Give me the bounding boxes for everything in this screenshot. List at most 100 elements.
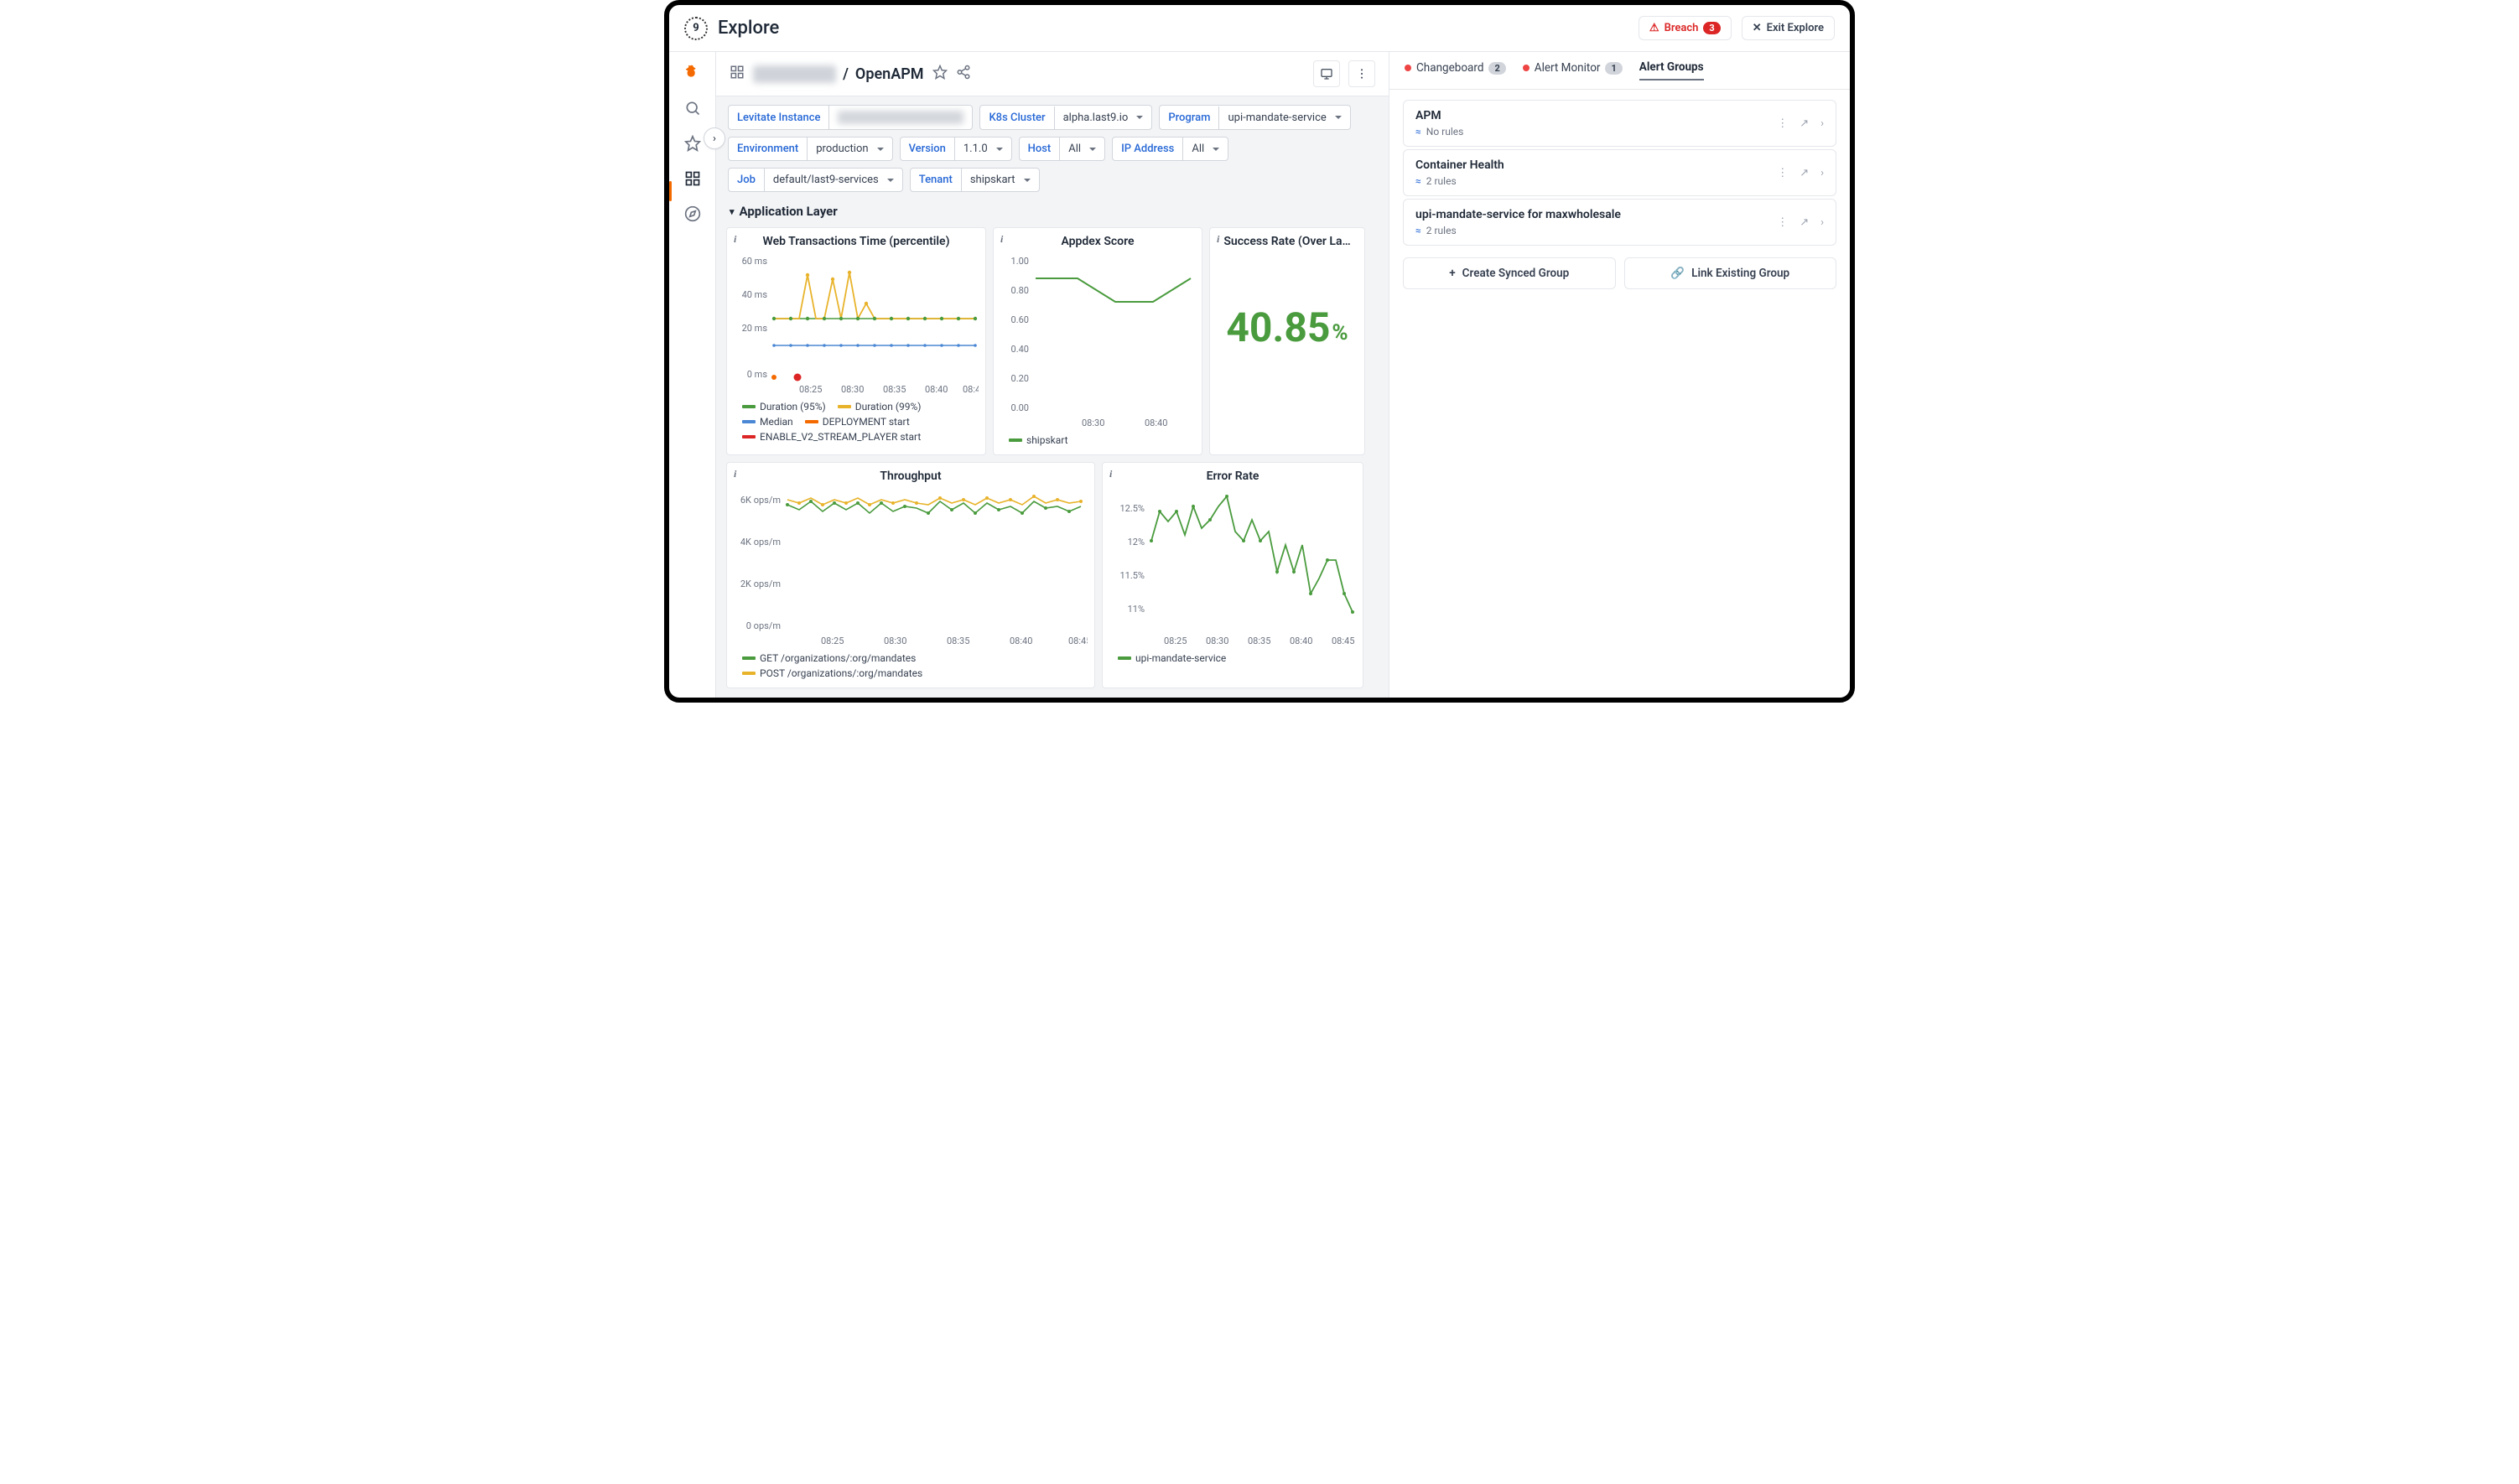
legend: Duration (95%) Duration (99%) Median DEP…	[735, 397, 977, 446]
alert-group-card[interactable]: APM ≈No rules ⋮ ↗ ›	[1403, 100, 1836, 147]
breach-label: Breach	[1665, 22, 1699, 34]
chevron-down-icon: ▾	[730, 206, 735, 217]
open-external-icon[interactable]: ↗	[1800, 216, 1809, 229]
svg-text:08:35: 08:35	[1248, 636, 1270, 646]
chart-throughput: 6K ops/m 4K ops/m 2K ops/m 0 ops/m 08:25…	[735, 486, 1088, 646]
breach-count-badge: 3	[1703, 22, 1720, 34]
search-icon[interactable]	[683, 99, 702, 117]
breadcrumb-org: xxxxxxxxxx	[753, 65, 836, 83]
svg-text:08:40: 08:40	[1010, 636, 1032, 646]
svg-text:08:35: 08:35	[883, 384, 906, 394]
tv-mode-button[interactable]	[1313, 60, 1340, 87]
chart-error-rate: 12.5% 12% 11.5% 11% 08:2508:3008:3508:40…	[1111, 486, 1356, 646]
svg-text:4K ops/m: 4K ops/m	[740, 537, 781, 547]
breach-button[interactable]: ⚠ Breach 3	[1639, 16, 1732, 40]
kebab-icon[interactable]: ⋮	[1777, 167, 1788, 179]
favorite-star-icon[interactable]	[932, 65, 948, 83]
filter-ip[interactable]: IP Address All	[1112, 137, 1228, 161]
warning-icon: ⚠	[1649, 22, 1659, 34]
svg-text:08:30: 08:30	[884, 636, 906, 646]
last9-logo: 9	[684, 17, 708, 40]
close-icon: ✕	[1753, 22, 1762, 34]
open-external-icon[interactable]: ↗	[1800, 167, 1809, 179]
svg-text:20 ms: 20 ms	[742, 323, 768, 334]
grafana-icon[interactable]	[683, 64, 702, 82]
kebab-icon[interactable]: ⋮	[1777, 117, 1788, 130]
filter-k8s[interactable]: K8s Cluster alpha.last9.io	[979, 105, 1152, 130]
right-tabs: Changeboard 2 Alert Monitor 1 Alert Grou…	[1389, 52, 1850, 90]
info-icon[interactable]: i	[1000, 233, 1003, 246]
open-external-icon[interactable]: ↗	[1800, 117, 1809, 130]
dashboards-grid-icon[interactable]	[730, 65, 745, 83]
filter-version[interactable]: Version 1.1.0	[900, 137, 1012, 161]
svg-text:08:25: 08:25	[799, 384, 822, 394]
svg-text:08:30: 08:30	[841, 384, 864, 394]
panel-throughput[interactable]: i Throughput 6K ops/m 4K ops/m 2K ops/m …	[726, 462, 1095, 688]
panel-title: Appdex Score	[1002, 235, 1193, 248]
svg-text:08:45: 08:45	[963, 384, 979, 394]
filter-host[interactable]: Host All	[1019, 137, 1105, 161]
svg-text:40 ms: 40 ms	[742, 289, 768, 300]
panel-title: Throughput	[735, 470, 1086, 483]
filter-tenant[interactable]: Tenant shipskart	[910, 168, 1040, 192]
panel-appdex[interactable]: i Appdex Score 1.00 0.80 0.60 0.40 0.20 …	[993, 227, 1202, 455]
page-title: Explore	[718, 18, 779, 39]
legend: GET /organizations/:org/mandates POST /o…	[735, 649, 1086, 682]
breadcrumb: xxxxxxxxxx / OpenAPM	[753, 65, 924, 83]
tab-changeboard[interactable]: Changeboard 2	[1405, 61, 1506, 80]
svg-text:11%: 11%	[1128, 604, 1145, 615]
legend: upi-mandate-service	[1111, 649, 1354, 667]
svg-text:0.80: 0.80	[1011, 285, 1029, 296]
status-dot-icon	[1523, 65, 1530, 71]
info-icon[interactable]: i	[1217, 233, 1219, 246]
svg-text:0.00: 0.00	[1011, 402, 1029, 413]
compass-icon[interactable]	[683, 205, 702, 223]
svg-text:08:45: 08:45	[1332, 636, 1354, 646]
panel-web-transactions-time[interactable]: i Web Transactions Time (percentile) 60 …	[726, 227, 986, 455]
tab-alert-monitor[interactable]: Alert Monitor 1	[1523, 61, 1623, 80]
svg-text:08:30: 08:30	[1082, 418, 1104, 428]
filter-program[interactable]: Program upi-mandate-service	[1159, 105, 1350, 130]
group-title: upi-mandate-service for maxwholesale	[1415, 208, 1768, 221]
tab-alert-groups[interactable]: Alert Groups	[1639, 60, 1704, 80]
kebab-icon[interactable]: ⋮	[1777, 216, 1788, 229]
filter-environment[interactable]: Environment production	[728, 137, 893, 161]
left-nav: ›	[669, 52, 716, 698]
status-dot-icon	[1405, 65, 1411, 71]
collapse-nav-button[interactable]: ›	[704, 127, 725, 149]
panel-title: Error Rate	[1111, 470, 1354, 483]
group-title: APM	[1415, 109, 1768, 122]
svg-text:6K ops/m: 6K ops/m	[740, 495, 781, 506]
star-icon[interactable]	[683, 134, 702, 153]
svg-text:08:25: 08:25	[1164, 636, 1187, 646]
filter-job[interactable]: Job default/last9-services	[728, 168, 903, 192]
exit-explore-button[interactable]: ✕ Exit Explore	[1742, 16, 1835, 40]
panel-success-rate[interactable]: i Success Rate (Over La… 40.85%	[1209, 227, 1365, 455]
rules-icon: ≈	[1415, 126, 1421, 138]
filter-levitate[interactable]: Levitate Instance	[728, 105, 973, 130]
section-application-layer[interactable]: ▾ Application Layer	[716, 200, 1389, 222]
svg-text:08:40: 08:40	[925, 384, 948, 394]
svg-text:08:45: 08:45	[1068, 636, 1088, 646]
create-synced-group-button[interactable]: + Create Synced Group	[1403, 257, 1616, 289]
panel-error-rate[interactable]: i Error Rate 12.5% 12% 11.5% 11% 08:2508…	[1102, 462, 1363, 688]
link-existing-group-button[interactable]: 🔗 Link Existing Group	[1624, 257, 1837, 289]
group-title: Container Health	[1415, 158, 1768, 172]
alert-group-card[interactable]: upi-mandate-service for maxwholesale ≈2 …	[1403, 199, 1836, 246]
info-icon[interactable]: i	[734, 468, 736, 480]
share-icon[interactable]	[956, 65, 971, 83]
svg-text:08:25: 08:25	[821, 636, 844, 646]
chevron-right-icon[interactable]: ›	[1820, 216, 1824, 229]
breadcrumb-page: OpenAPM	[855, 65, 924, 83]
info-icon[interactable]: i	[734, 233, 736, 246]
chart-appdex: 1.00 0.80 0.60 0.40 0.20 0.00 08:3008:40	[1002, 252, 1195, 428]
kebab-menu-button[interactable]	[1348, 60, 1375, 87]
chevron-right-icon[interactable]: ›	[1820, 167, 1824, 179]
link-icon: 🔗	[1670, 267, 1685, 280]
svg-text:0.40: 0.40	[1011, 344, 1029, 355]
alert-group-card[interactable]: Container Health ≈2 rules ⋮ ↗ ›	[1403, 149, 1836, 196]
chevron-right-icon[interactable]: ›	[1820, 117, 1824, 130]
legend: shipskart	[1002, 431, 1193, 449]
dashboards-icon[interactable]	[683, 169, 702, 188]
info-icon[interactable]: i	[1109, 468, 1112, 480]
